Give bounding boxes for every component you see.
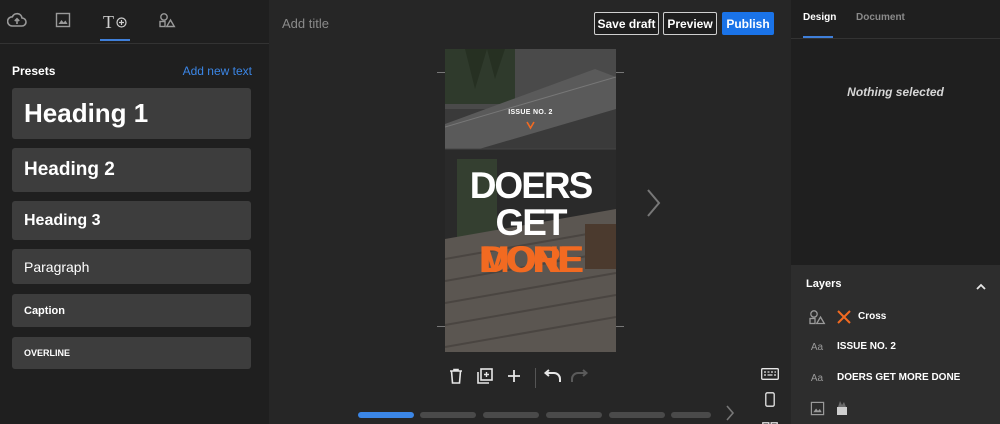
device-preview-button[interactable] bbox=[759, 392, 781, 412]
grid-view-button[interactable] bbox=[759, 416, 781, 424]
chevron-up-icon bbox=[976, 277, 986, 294]
phone-icon bbox=[765, 392, 775, 412]
toolbar-divider bbox=[535, 368, 536, 388]
background-image-icon bbox=[835, 400, 849, 421]
preset-heading-1[interactable]: Heading 1 bbox=[12, 88, 251, 139]
page-toolbar bbox=[445, 366, 605, 390]
story-editor: T Presets Add new text Heading 1 Heading… bbox=[0, 0, 1000, 424]
cross-icon bbox=[836, 309, 852, 330]
tab-media[interactable] bbox=[46, 0, 80, 44]
delete-icon bbox=[449, 368, 463, 389]
cloud-upload-icon bbox=[6, 12, 27, 33]
tabs-divider bbox=[791, 38, 1000, 39]
page-progress-segment[interactable] bbox=[609, 412, 665, 418]
chevron-right-icon bbox=[645, 189, 661, 222]
library-tabs: T bbox=[0, 0, 269, 44]
page-progress-segment[interactable] bbox=[546, 412, 602, 418]
page-progress-segment[interactable] bbox=[358, 412, 414, 418]
delete-page-button[interactable] bbox=[445, 366, 467, 390]
preset-paragraph[interactable]: Paragraph bbox=[12, 249, 251, 284]
add-new-text-link[interactable]: Add new text bbox=[183, 64, 252, 78]
redo-button[interactable] bbox=[569, 366, 591, 390]
preset-overline[interactable]: OVERLINE bbox=[12, 337, 251, 369]
preset-heading-2[interactable]: Heading 2 bbox=[12, 148, 251, 192]
headline-line-1[interactable]: DOERS bbox=[445, 167, 616, 204]
layer-name: DOERS GET MORE DONE bbox=[837, 372, 961, 383]
presets-header: Presets Add new text bbox=[12, 64, 252, 78]
layer-item-headline[interactable]: Aa DOERS GET MORE DONE bbox=[791, 365, 1000, 391]
page-progress-segment[interactable] bbox=[483, 412, 539, 418]
headline-word: GET bbox=[495, 202, 567, 243]
next-page-arrow[interactable] bbox=[645, 188, 661, 223]
story-title-input[interactable]: Add title bbox=[282, 16, 329, 31]
layer-item-issue[interactable]: Aa ISSUE NO. 2 bbox=[791, 334, 1000, 360]
preview-button[interactable]: Preview bbox=[663, 12, 717, 35]
grid-icon bbox=[762, 417, 778, 424]
text-icon: Aa bbox=[810, 341, 824, 353]
tab-upload[interactable] bbox=[0, 0, 34, 44]
redo-icon bbox=[570, 368, 590, 388]
duplicate-icon bbox=[477, 367, 493, 389]
image-icon bbox=[55, 12, 71, 33]
preset-caption[interactable]: Caption bbox=[12, 294, 251, 327]
layers-title: Layers bbox=[806, 278, 842, 290]
publish-button[interactable]: Publish bbox=[722, 12, 774, 35]
text-add-icon: T bbox=[103, 12, 127, 33]
duplicate-page-button[interactable] bbox=[474, 366, 496, 390]
add-icon bbox=[507, 369, 521, 388]
text-icon: Aa bbox=[810, 372, 824, 384]
layers-panel: Layers Cross Aa ISSUE NO. 2 Aa DOERS GET… bbox=[791, 265, 1000, 424]
collapse-layers-button[interactable] bbox=[976, 277, 986, 295]
layer-item-cross[interactable]: Cross bbox=[791, 304, 1000, 330]
text-tab-glyph: T bbox=[103, 11, 114, 32]
preset-heading-3[interactable]: Heading 3 bbox=[12, 201, 251, 240]
presets-title: Presets bbox=[12, 64, 56, 78]
page-progress-segment[interactable] bbox=[420, 412, 476, 418]
issue-label[interactable]: ISSUE NO. 2 bbox=[445, 109, 616, 116]
editor-canvas: Add title Save draft Preview Publish ISS… bbox=[269, 0, 791, 424]
undo-button[interactable] bbox=[541, 366, 563, 390]
add-page-button[interactable] bbox=[503, 366, 525, 390]
tab-design[interactable]: Design bbox=[803, 12, 836, 23]
keyboard-icon bbox=[761, 367, 779, 385]
left-panel: T Presets Add new text Heading 1 Heading… bbox=[0, 0, 269, 424]
page-progress-segment[interactable] bbox=[671, 412, 711, 418]
tab-shapes[interactable] bbox=[150, 0, 184, 44]
right-panel: Design Document Nothing selected Layers … bbox=[791, 0, 1000, 424]
shapes-icon bbox=[806, 304, 828, 330]
carousel-next-arrow[interactable] bbox=[725, 404, 735, 424]
layer-name: ISSUE NO. 2 bbox=[837, 341, 896, 352]
layer-item-background[interactable] bbox=[791, 395, 1000, 421]
keyboard-shortcuts-button[interactable] bbox=[759, 366, 781, 386]
chevron-right-icon bbox=[725, 405, 735, 424]
layer-name: Cross bbox=[858, 311, 887, 322]
cross-icon[interactable] bbox=[526, 121, 535, 130]
image-icon bbox=[806, 395, 828, 421]
tab-text[interactable]: T bbox=[98, 0, 132, 44]
shapes-icon bbox=[158, 12, 176, 33]
tab-document[interactable]: Document bbox=[856, 12, 905, 23]
undo-icon bbox=[542, 368, 562, 388]
empty-selection-message: Nothing selected bbox=[847, 85, 944, 99]
story-page[interactable]: ISSUE NO. 2 DOERS GET MORE DONE bbox=[445, 49, 616, 352]
save-draft-button[interactable]: Save draft bbox=[594, 12, 659, 35]
headline-line-3[interactable]: DONE bbox=[445, 241, 616, 278]
